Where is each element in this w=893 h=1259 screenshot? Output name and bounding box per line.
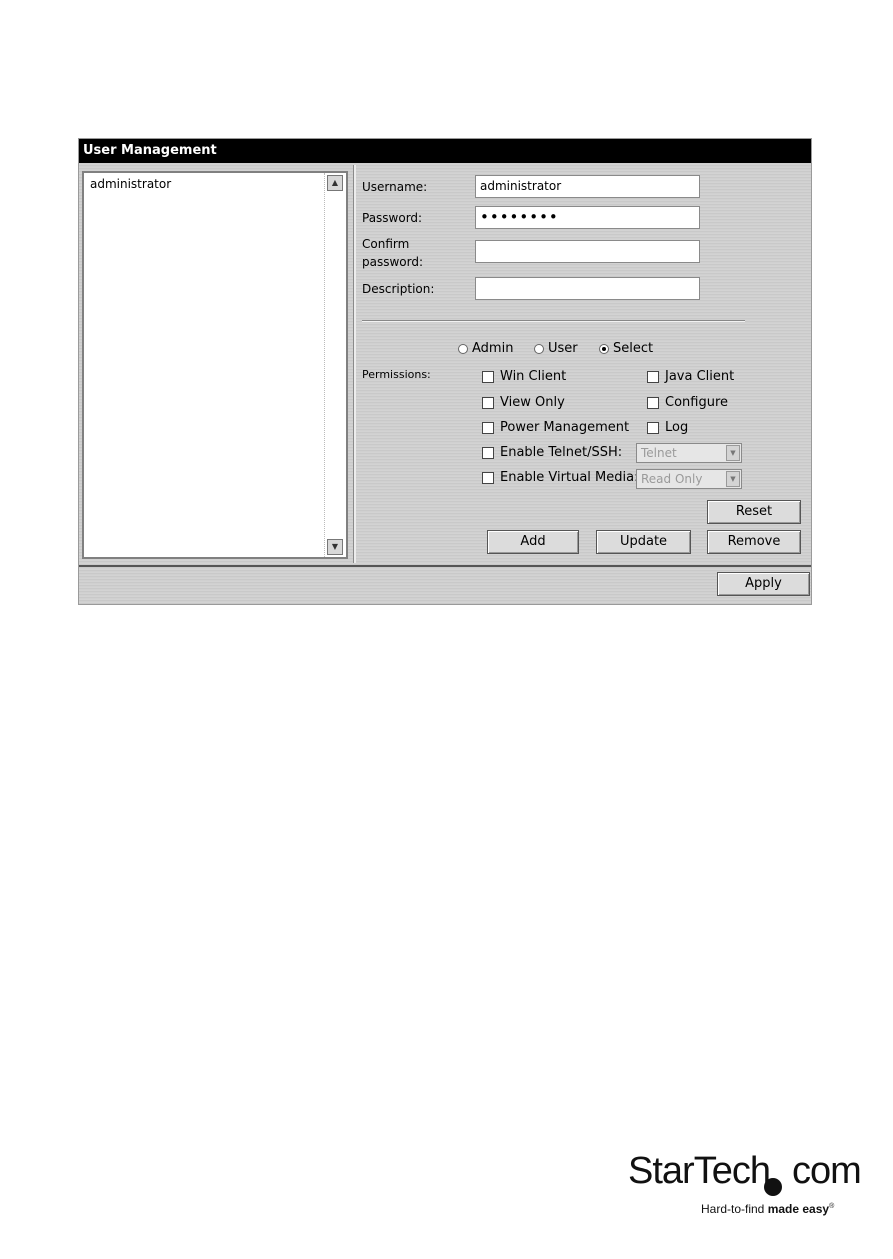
- role-select-radio[interactable]: Select: [599, 341, 653, 356]
- checkbox-icon[interactable]: [647, 396, 659, 409]
- logo-dot-icon: [764, 1178, 782, 1196]
- logo-suffix: com: [791, 1150, 862, 1192]
- role-user-radio[interactable]: User: [534, 341, 578, 356]
- trademark-symbol: ®: [829, 1203, 835, 1210]
- log-label: Log: [665, 420, 689, 435]
- java-client-label: Java Client: [665, 369, 735, 384]
- win-client-label: Win Client: [500, 369, 567, 384]
- power-management-label: Power Management: [500, 420, 630, 435]
- confirm-password-label-line1: Confirm: [362, 237, 410, 251]
- win-client-checkbox[interactable]: Win Client: [482, 369, 566, 384]
- logo-wordmark: StarTech com: [628, 1150, 862, 1193]
- role-user-label: User: [548, 341, 578, 356]
- configure-checkbox[interactable]: Configure: [647, 395, 728, 410]
- checkbox-icon[interactable]: [482, 471, 494, 484]
- scroll-up-icon[interactable]: ▲: [327, 175, 343, 191]
- checkbox-icon[interactable]: [647, 421, 659, 434]
- username-label: Username:: [362, 180, 428, 194]
- permissions-label: Permissions:: [362, 368, 431, 381]
- radio-selected-icon[interactable]: [599, 343, 609, 354]
- tagline-bold: made easy: [767, 1202, 830, 1216]
- telnet-select[interactable]: Telnet ▼: [636, 443, 742, 463]
- username-field[interactable]: administrator: [475, 175, 700, 198]
- user-management-panel: User Management administrator ▲ ▼ Userna…: [78, 138, 812, 605]
- role-admin-label: Admin: [472, 341, 514, 356]
- reset-button[interactable]: Reset: [707, 500, 801, 524]
- virtual-media-select[interactable]: Read Only ▼: [636, 469, 742, 489]
- enable-virtual-media-checkbox[interactable]: Enable Virtual Media:: [482, 470, 638, 485]
- chevron-down-icon[interactable]: ▼: [726, 445, 740, 461]
- radio-icon[interactable]: [534, 343, 544, 354]
- checkbox-icon[interactable]: [482, 421, 494, 434]
- radio-icon[interactable]: [458, 343, 468, 354]
- chevron-down-icon[interactable]: ▼: [726, 471, 740, 487]
- apply-button[interactable]: Apply: [717, 572, 810, 596]
- telnet-select-value: Telnet: [641, 446, 677, 460]
- java-client-checkbox[interactable]: Java Client: [647, 369, 734, 384]
- view-only-label: View Only: [500, 395, 565, 410]
- enable-telnet-checkbox[interactable]: Enable Telnet/SSH:: [482, 445, 622, 460]
- checkbox-icon[interactable]: [482, 396, 494, 409]
- list-item[interactable]: administrator: [90, 177, 171, 191]
- role-select-label: Select: [613, 341, 654, 356]
- panel-title: User Management: [79, 139, 811, 163]
- confirm-password-field[interactable]: [475, 240, 700, 263]
- scroll-down-icon[interactable]: ▼: [327, 539, 343, 555]
- remove-button[interactable]: Remove: [707, 530, 801, 554]
- panel-divider: [353, 165, 356, 563]
- enable-telnet-label: Enable Telnet/SSH:: [500, 445, 623, 460]
- password-label: Password:: [362, 211, 423, 225]
- logo-tagline: Hard-to-find made easy®: [701, 1202, 834, 1216]
- startech-logo: StarTech com Hard-to-find made easy®: [628, 1150, 862, 1220]
- enable-virtual-media-label: Enable Virtual Media:: [500, 470, 639, 485]
- checkbox-icon[interactable]: [647, 370, 659, 383]
- description-field[interactable]: [475, 277, 700, 300]
- power-management-checkbox[interactable]: Power Management: [482, 420, 629, 435]
- add-button[interactable]: Add: [487, 530, 579, 554]
- tagline-plain: Hard-to-find: [701, 1202, 768, 1216]
- footer-divider: [79, 565, 811, 567]
- user-list[interactable]: administrator ▲ ▼: [82, 171, 348, 559]
- checkbox-icon[interactable]: [482, 370, 494, 383]
- password-field[interactable]: ••••••••: [475, 206, 700, 229]
- configure-label: Configure: [665, 395, 729, 410]
- description-label: Description:: [362, 282, 435, 296]
- user-list-scrollbar[interactable]: ▲ ▼: [324, 173, 346, 557]
- role-admin-radio[interactable]: Admin: [458, 341, 513, 356]
- virtual-media-select-value: Read Only: [641, 472, 703, 486]
- confirm-password-label-line2: password:: [362, 255, 424, 269]
- section-divider: [362, 320, 745, 322]
- checkbox-icon[interactable]: [482, 446, 494, 459]
- log-checkbox[interactable]: Log: [647, 420, 688, 435]
- view-only-checkbox[interactable]: View Only: [482, 395, 565, 410]
- logo-word: StarTech: [628, 1150, 771, 1192]
- update-button[interactable]: Update: [596, 530, 691, 554]
